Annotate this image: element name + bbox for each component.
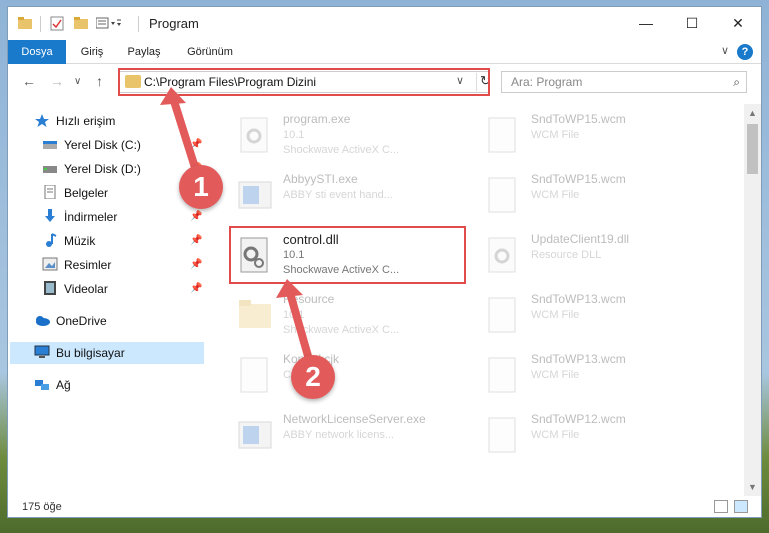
callout-1: 1 (179, 165, 223, 209)
arrow-2-head-icon (276, 279, 303, 298)
annotation-arrows (160, 87, 314, 367)
explorer-window: Program — ☐ ✕ Dosya Giriş Paylaş Görünüm… (7, 6, 762, 518)
arrow-1-head-icon (160, 87, 186, 105)
arrow-2-icon (286, 289, 314, 367)
callout-2: 2 (291, 355, 335, 399)
